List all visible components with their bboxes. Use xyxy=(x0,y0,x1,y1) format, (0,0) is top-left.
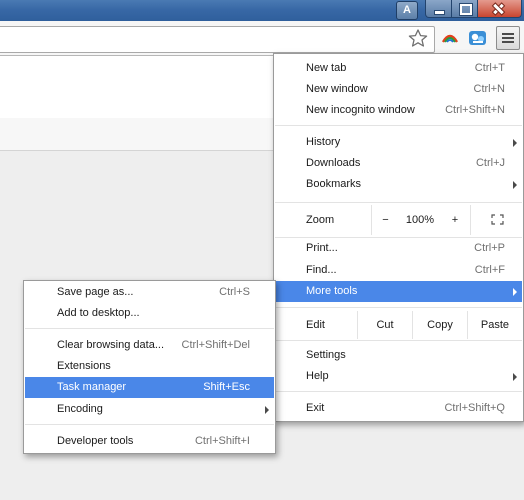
menu-item-label: Print... xyxy=(306,242,338,254)
zoom-label: Zoom xyxy=(306,214,335,226)
menu-separator xyxy=(275,125,522,126)
menu-item-developer-tools[interactable]: Developer tools Ctrl+Shift+I xyxy=(25,431,274,452)
zoom-in-button[interactable]: + xyxy=(441,205,469,235)
bookmark-star-icon[interactable] xyxy=(408,29,428,47)
menu-item-save-page-as[interactable]: Save page as... Ctrl+S xyxy=(25,282,274,303)
menu-item-task-manager[interactable]: Task manager Shift+Esc xyxy=(25,377,274,398)
menu-item-new-window[interactable]: New window Ctrl+N xyxy=(275,79,522,100)
minimize-button[interactable] xyxy=(425,0,452,18)
menu-separator xyxy=(275,340,522,341)
menu-item-label: Extensions xyxy=(57,360,111,372)
chrome-main-menu: New tab Ctrl+T New window Ctrl+N New inc… xyxy=(273,53,524,422)
menu-item-shortcut: Ctrl+S xyxy=(219,286,250,298)
menu-item-find[interactable]: Find... Ctrl+F xyxy=(275,260,522,281)
extension-icon-2[interactable] xyxy=(468,29,488,47)
menu-item-label: Find... xyxy=(306,264,337,276)
menu-separator xyxy=(275,307,522,308)
browser-window: A New tab Ctrl+T New window Ctrl+N New i… xyxy=(0,0,524,500)
profile-button[interactable]: A xyxy=(396,1,418,20)
submenu-arrow-icon xyxy=(513,139,517,147)
menu-item-add-to-desktop[interactable]: Add to desktop... xyxy=(25,303,274,324)
menu-item-print[interactable]: Print... Ctrl+P xyxy=(275,238,522,259)
window-titlebar: A xyxy=(0,0,524,21)
fullscreen-button[interactable] xyxy=(470,205,522,235)
menu-item-label: History xyxy=(306,136,341,148)
menu-item-shortcut: Ctrl+J xyxy=(475,157,505,169)
menu-item-shortcut: Ctrl+P xyxy=(474,242,505,254)
menu-item-label: Help xyxy=(306,370,329,382)
menu-item-label: Developer tools xyxy=(57,435,134,447)
cut-button[interactable]: Cut xyxy=(357,311,412,339)
browser-toolbar xyxy=(0,21,524,56)
zoom-row: Zoom − 100% + xyxy=(275,205,522,235)
menu-separator xyxy=(25,424,274,425)
menu-item-label: Save page as... xyxy=(57,286,134,298)
edit-row: Edit Cut Copy Paste xyxy=(275,311,522,339)
menu-item-label: Task manager xyxy=(57,381,127,393)
menu-separator xyxy=(275,202,522,203)
menu-separator xyxy=(25,328,274,329)
menu-item-settings[interactable]: Settings xyxy=(275,345,522,366)
chrome-menu-button[interactable] xyxy=(496,26,520,50)
menu-item-encoding[interactable]: Encoding xyxy=(25,399,274,420)
menu-item-shortcut: Ctrl+N xyxy=(473,83,505,95)
menu-item-shortcut: Ctrl+T xyxy=(474,62,505,74)
close-window-button[interactable] xyxy=(477,0,522,18)
menu-item-label: New incognito window xyxy=(306,104,415,116)
hamburger-icon xyxy=(502,33,514,35)
menu-item-label: Downloads xyxy=(306,157,361,169)
menu-item-more-tools[interactable]: More tools xyxy=(275,281,522,302)
menu-item-exit[interactable]: Exit Ctrl+Shift+Q xyxy=(275,398,522,419)
maximize-button[interactable] xyxy=(451,0,478,18)
menu-item-shortcut: Ctrl+Shift+N xyxy=(445,104,505,116)
fullscreen-icon xyxy=(491,214,504,225)
submenu-arrow-icon xyxy=(513,373,517,381)
menu-item-downloads[interactable]: Downloads Ctrl+J xyxy=(275,153,522,174)
menu-item-extensions[interactable]: Extensions xyxy=(25,356,274,377)
menu-item-shortcut: Ctrl+Shift+Del xyxy=(181,339,250,351)
menu-item-history[interactable]: History xyxy=(275,132,522,153)
menu-item-shortcut: Ctrl+Shift+Q xyxy=(444,402,505,414)
menu-item-shortcut: Ctrl+Shift+I xyxy=(194,435,250,447)
menu-item-bookmarks[interactable]: Bookmarks xyxy=(275,174,522,195)
paste-button[interactable]: Paste xyxy=(467,311,522,339)
address-bar[interactable] xyxy=(0,26,435,53)
menu-item-shortcut: Ctrl+F xyxy=(474,264,505,276)
menu-item-label: Encoding xyxy=(57,403,103,415)
menu-item-label: Add to desktop... xyxy=(57,307,140,319)
menu-item-help[interactable]: Help xyxy=(275,366,522,387)
menu-item-new-tab[interactable]: New tab Ctrl+T xyxy=(275,58,522,79)
submenu-arrow-icon xyxy=(265,406,269,414)
menu-item-label: Clear browsing data... xyxy=(57,339,164,351)
edit-label: Edit xyxy=(306,319,325,331)
more-tools-submenu: Save page as... Ctrl+S Add to desktop...… xyxy=(23,280,276,454)
menu-item-clear-browsing-data[interactable]: Clear browsing data... Ctrl+Shift+Del xyxy=(25,335,274,356)
menu-item-label: Bookmarks xyxy=(306,178,362,190)
menu-item-label: New tab xyxy=(306,62,347,74)
menu-item-label: Exit xyxy=(306,402,325,414)
extension-icon[interactable] xyxy=(441,30,459,46)
menu-item-shortcut: Shift+Esc xyxy=(203,381,250,393)
menu-item-new-incognito-window[interactable]: New incognito window Ctrl+Shift+N xyxy=(275,100,522,121)
zoom-level-value: 100% xyxy=(405,214,435,226)
zoom-out-button[interactable]: − xyxy=(371,205,399,235)
menu-item-label: More tools xyxy=(306,285,358,297)
menu-separator xyxy=(275,391,522,392)
submenu-arrow-icon xyxy=(513,288,517,296)
menu-item-label: Settings xyxy=(306,349,346,361)
submenu-arrow-icon xyxy=(513,181,517,189)
copy-button[interactable]: Copy xyxy=(412,311,467,339)
menu-item-label: New window xyxy=(306,83,368,95)
